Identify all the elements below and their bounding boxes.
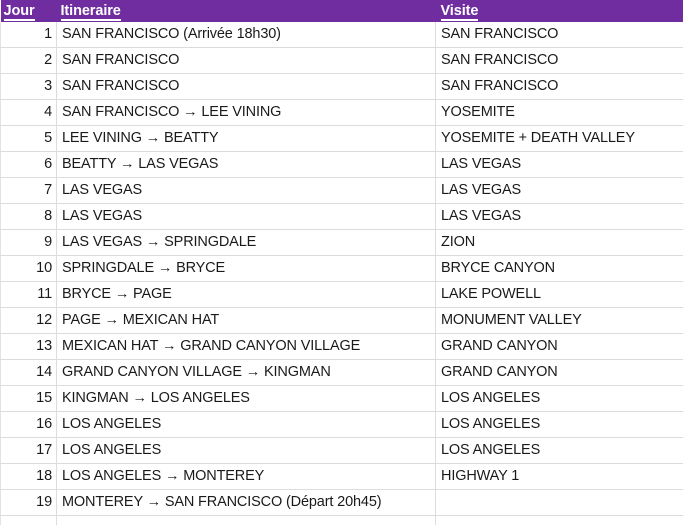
table-row[interactable]: 1SAN FRANCISCO (Arrivée 18h30)SAN FRANCI… [1, 22, 683, 48]
cell-itineraire[interactable]: LAS VEGAS [57, 178, 436, 204]
cell-visite[interactable]: LAS VEGAS [436, 178, 683, 204]
cell-jour[interactable]: 13 [1, 334, 57, 360]
cell-jour[interactable]: 1 [1, 22, 57, 48]
table-row[interactable]: 8LAS VEGASLAS VEGAS [1, 204, 683, 230]
cell-jour[interactable]: 9 [1, 230, 57, 256]
cell-itineraire[interactable]: BRYCE → PAGE [57, 282, 436, 308]
column-header-jour[interactable]: Jour [1, 0, 57, 22]
cell-visite[interactable]: LOS ANGELES [436, 386, 683, 412]
table-row[interactable]: 7LAS VEGASLAS VEGAS [1, 178, 683, 204]
cell-visite[interactable]: YOSEMITE [436, 100, 683, 126]
table-row[interactable]: 2SAN FRANCISCOSAN FRANCISCO [1, 48, 683, 74]
table-row-empty[interactable] [1, 516, 683, 525]
cell-itineraire[interactable]: SAN FRANCISCO → LEE VINING [57, 100, 436, 126]
cell-itineraire[interactable]: LOS ANGELES → MONTEREY [57, 464, 436, 490]
cell-jour[interactable]: 15 [1, 386, 57, 412]
cell-jour[interactable]: 18 [1, 464, 57, 490]
cell-itineraire[interactable]: SPRINGDALE → BRYCE [57, 256, 436, 282]
itinerary-table-container: Jour Itineraire Visite 1SAN FRANCISCO (A… [0, 0, 683, 500]
cell-itineraire[interactable]: MEXICAN HAT → GRAND CANYON VILLAGE [57, 334, 436, 360]
table-row[interactable]: 18LOS ANGELES → MONTEREYHIGHWAY 1 [1, 464, 683, 490]
table-row[interactable]: 11BRYCE → PAGELAKE POWELL [1, 282, 683, 308]
cell-itineraire[interactable]: SAN FRANCISCO [57, 48, 436, 74]
cell-itineraire[interactable]: LEE VINING → BEATTY [57, 126, 436, 152]
cell-itineraire[interactable]: PAGE → MEXICAN HAT [57, 308, 436, 334]
cell-itineraire[interactable]: GRAND CANYON VILLAGE → KINGMAN [57, 360, 436, 386]
cell-jour[interactable]: 12 [1, 308, 57, 334]
cell-visite[interactable]: LOS ANGELES [436, 412, 683, 438]
table-row[interactable]: 14GRAND CANYON VILLAGE → KINGMANGRAND CA… [1, 360, 683, 386]
cell-itineraire[interactable]: BEATTY → LAS VEGAS [57, 152, 436, 178]
cell-visite[interactable]: LOS ANGELES [436, 438, 683, 464]
table-row[interactable]: 19MONTEREY → SAN FRANCISCO (Départ 20h45… [1, 490, 683, 516]
cell-empty[interactable] [1, 516, 57, 525]
table-row[interactable]: 17LOS ANGELESLOS ANGELES [1, 438, 683, 464]
column-header-jour-label: Jour [4, 4, 35, 21]
itinerary-table: Jour Itineraire Visite 1SAN FRANCISCO (A… [0, 0, 683, 525]
column-header-visite-label: Visite [441, 4, 479, 21]
table-row[interactable]: 4SAN FRANCISCO → LEE VININGYOSEMITE [1, 100, 683, 126]
table-body: 1SAN FRANCISCO (Arrivée 18h30)SAN FRANCI… [1, 22, 683, 525]
column-header-visite[interactable]: Visite [436, 0, 683, 22]
cell-visite[interactable]: YOSEMITE + DEATH VALLEY [436, 126, 683, 152]
cell-jour[interactable]: 7 [1, 178, 57, 204]
header-row: Jour Itineraire Visite [1, 0, 683, 22]
table-row[interactable]: 6BEATTY → LAS VEGASLAS VEGAS [1, 152, 683, 178]
table-row[interactable]: 10SPRINGDALE → BRYCEBRYCE CANYON [1, 256, 683, 282]
table-row[interactable]: 12PAGE → MEXICAN HATMONUMENT VALLEY [1, 308, 683, 334]
cell-empty[interactable] [436, 516, 683, 525]
cell-itineraire[interactable]: LAS VEGAS → SPRINGDALE [57, 230, 436, 256]
cell-itineraire[interactable]: KINGMAN → LOS ANGELES [57, 386, 436, 412]
table-row[interactable]: 15KINGMAN → LOS ANGELESLOS ANGELES [1, 386, 683, 412]
cell-itineraire[interactable]: LOS ANGELES [57, 412, 436, 438]
cell-visite[interactable]: LAS VEGAS [436, 204, 683, 230]
column-header-itineraire[interactable]: Itineraire [57, 0, 436, 22]
cell-visite[interactable]: BRYCE CANYON [436, 256, 683, 282]
table-header: Jour Itineraire Visite [1, 0, 683, 22]
table-row[interactable]: 3SAN FRANCISCOSAN FRANCISCO [1, 74, 683, 100]
cell-visite[interactable]: GRAND CANYON [436, 360, 683, 386]
cell-jour[interactable]: 8 [1, 204, 57, 230]
table-row[interactable]: 13MEXICAN HAT → GRAND CANYON VILLAGEGRAN… [1, 334, 683, 360]
cell-visite[interactable]: SAN FRANCISCO [436, 48, 683, 74]
cell-itineraire[interactable]: SAN FRANCISCO (Arrivée 18h30) [57, 22, 436, 48]
cell-itineraire[interactable]: LOS ANGELES [57, 438, 436, 464]
cell-jour[interactable]: 3 [1, 74, 57, 100]
cell-jour[interactable]: 5 [1, 126, 57, 152]
cell-visite[interactable]: SAN FRANCISCO [436, 22, 683, 48]
cell-jour[interactable]: 17 [1, 438, 57, 464]
cell-empty[interactable] [57, 516, 436, 525]
cell-jour[interactable]: 2 [1, 48, 57, 74]
cell-visite[interactable]: ZION [436, 230, 683, 256]
cell-jour[interactable]: 16 [1, 412, 57, 438]
table-row[interactable]: 16LOS ANGELESLOS ANGELES [1, 412, 683, 438]
cell-visite[interactable]: HIGHWAY 1 [436, 464, 683, 490]
cell-visite[interactable]: SAN FRANCISCO [436, 74, 683, 100]
cell-visite[interactable]: GRAND CANYON [436, 334, 683, 360]
cell-jour[interactable]: 4 [1, 100, 57, 126]
cell-jour[interactable]: 10 [1, 256, 57, 282]
table-row[interactable]: 5LEE VINING → BEATTYYOSEMITE + DEATH VAL… [1, 126, 683, 152]
cell-visite[interactable]: LAS VEGAS [436, 152, 683, 178]
cell-jour[interactable]: 6 [1, 152, 57, 178]
cell-visite[interactable] [436, 490, 683, 516]
cell-visite[interactable]: LAKE POWELL [436, 282, 683, 308]
cell-jour[interactable]: 14 [1, 360, 57, 386]
cell-visite[interactable]: MONUMENT VALLEY [436, 308, 683, 334]
cell-jour[interactable]: 19 [1, 490, 57, 516]
cell-itineraire[interactable]: MONTEREY → SAN FRANCISCO (Départ 20h45) [57, 490, 436, 516]
table-row[interactable]: 9LAS VEGAS → SPRINGDALEZION [1, 230, 683, 256]
cell-jour[interactable]: 11 [1, 282, 57, 308]
column-header-itineraire-label: Itineraire [61, 4, 121, 21]
cell-itineraire[interactable]: LAS VEGAS [57, 204, 436, 230]
cell-itineraire[interactable]: SAN FRANCISCO [57, 74, 436, 100]
